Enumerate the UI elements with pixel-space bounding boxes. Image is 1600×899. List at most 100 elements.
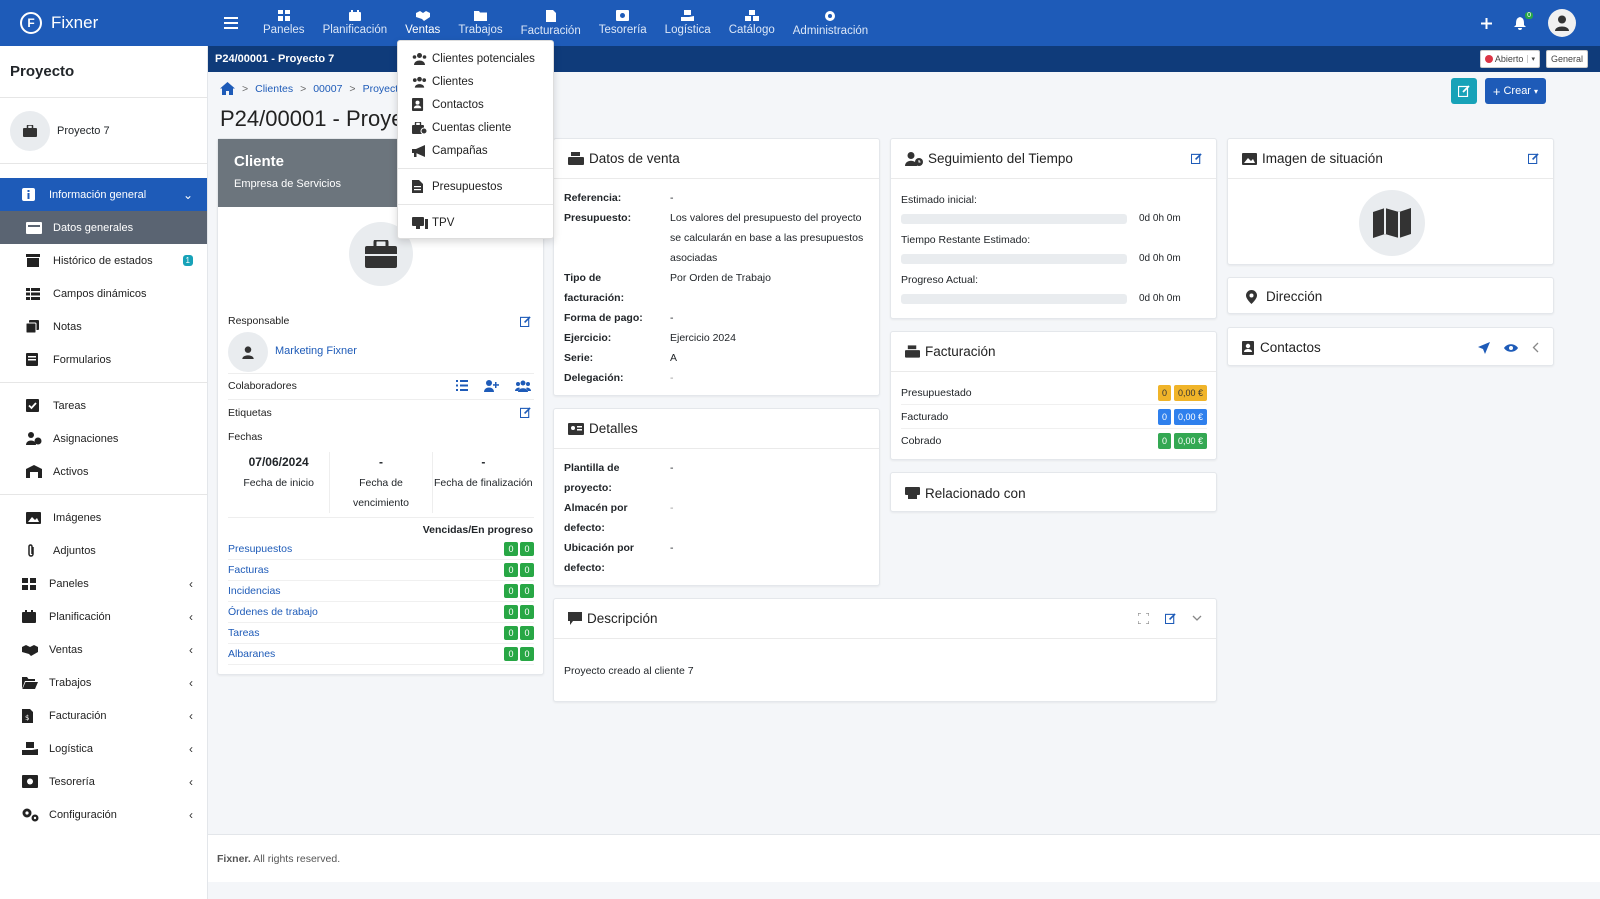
edit-responsable-icon[interactable] bbox=[520, 316, 531, 327]
project-summary[interactable]: Proyecto 7 bbox=[0, 98, 207, 164]
restante-value: 0d 0h 0m bbox=[1139, 253, 1181, 264]
list-icon[interactable] bbox=[456, 380, 468, 391]
contactos-card[interactable]: Contactos bbox=[1227, 327, 1554, 366]
progreso-progress-bar bbox=[901, 294, 1127, 304]
responsable-link[interactable]: Marketing Fixner bbox=[275, 345, 357, 357]
chevron-left-icon: ‹ bbox=[189, 708, 193, 723]
sidebar-item-facturacion[interactable]: $ Facturación ‹ bbox=[0, 699, 207, 732]
sidebar-item-informacion-general[interactable]: Información general ⌄ bbox=[0, 178, 207, 211]
scope-button[interactable]: General bbox=[1545, 50, 1588, 68]
nav-logistica[interactable]: Logística bbox=[656, 0, 720, 46]
nav-administracion[interactable]: Administración bbox=[784, 0, 877, 46]
expand-icon[interactable] bbox=[1138, 613, 1149, 624]
brand[interactable]: F Fixner bbox=[0, 0, 208, 46]
sidebar-item-campos-dinamicos[interactable]: Campos dinámicos bbox=[0, 277, 207, 310]
facturacion-row-cobrado: Cobrado 0 0,00 € bbox=[901, 429, 1207, 453]
sidebar-item-formularios[interactable]: Formularios bbox=[0, 343, 207, 376]
menu-item-clientes[interactable]: Clientes bbox=[398, 70, 553, 93]
sidebar-item-configuracion[interactable]: Configuración ‹ bbox=[0, 798, 207, 831]
invoice-dollar-icon: $ bbox=[22, 708, 33, 723]
sidebar-item-logistica[interactable]: Logística ‹ bbox=[0, 732, 207, 765]
user-avatar[interactable] bbox=[1548, 9, 1576, 37]
breadcrumb-cliente-code[interactable]: 00007 bbox=[313, 83, 342, 95]
notes-icon bbox=[26, 320, 39, 333]
users-icon[interactable] bbox=[515, 380, 531, 392]
sidebar-item-trabajos[interactable]: Trabajos ‹ bbox=[0, 666, 207, 699]
nav-catalogo[interactable]: Catálogo bbox=[720, 0, 784, 46]
footer-text: All rights reserved. bbox=[253, 853, 341, 865]
edit-icon[interactable] bbox=[1528, 153, 1539, 164]
hand-box-icon bbox=[681, 10, 695, 21]
sidebar-item-ventas[interactable]: Ventas ‹ bbox=[0, 633, 207, 666]
gears-icon bbox=[22, 808, 39, 821]
crear-button[interactable]: + Crear ▾ bbox=[1484, 78, 1546, 104]
menu-item-cuentas-cliente[interactable]: Cuentas cliente bbox=[398, 116, 553, 139]
list-item[interactable]: Tareas 0 0 bbox=[228, 623, 534, 644]
vencidas-label: Vencidas/En progreso bbox=[422, 524, 533, 536]
sidebar-item-activos[interactable]: Activos bbox=[0, 455, 207, 488]
seguimiento-tiempo-card: Seguimiento del Tiempo Estimado inicial:… bbox=[890, 138, 1217, 319]
chevron-down-icon[interactable] bbox=[1192, 615, 1202, 622]
menu-item-tpv[interactable]: TPV bbox=[398, 211, 553, 234]
address-book-icon bbox=[412, 98, 424, 111]
list-item[interactable]: Órdenes de trabajo 0 0 bbox=[228, 602, 534, 623]
add-button[interactable] bbox=[1481, 17, 1492, 29]
edit-icon[interactable] bbox=[1191, 153, 1202, 164]
direccion-card[interactable]: Dirección bbox=[1227, 277, 1554, 314]
cash-register-icon bbox=[568, 152, 584, 165]
list-item[interactable]: Facturas 0 0 bbox=[228, 560, 534, 581]
sidebar-item-tesoreria[interactable]: Tesorería ‹ bbox=[0, 765, 207, 798]
money-icon bbox=[22, 775, 38, 788]
menu-item-contactos[interactable]: Contactos bbox=[398, 93, 553, 116]
tipo-facturacion-value: Por Orden de Trabajo bbox=[670, 272, 771, 284]
menu-item-clientes-potenciales[interactable]: Clientes potenciales bbox=[398, 47, 553, 70]
list-item[interactable]: Albaranes 0 0 bbox=[228, 644, 534, 665]
calendar-icon bbox=[348, 10, 361, 21]
sidebar-item-asignaciones[interactable]: Asignaciones bbox=[0, 422, 207, 455]
chevron-left-icon[interactable] bbox=[1532, 342, 1539, 353]
eye-icon[interactable] bbox=[1504, 343, 1518, 353]
users-icon bbox=[412, 76, 427, 88]
id-card-icon bbox=[26, 221, 42, 234]
nav-paneles[interactable]: Paneles bbox=[254, 0, 314, 46]
relacionado-card[interactable]: Relacionado con bbox=[890, 472, 1217, 512]
edit-button[interactable] bbox=[1450, 78, 1477, 104]
sidebar-item-planificacion[interactable]: Planificación ‹ bbox=[0, 600, 207, 633]
list-item[interactable]: Incidencias 0 0 bbox=[228, 581, 534, 602]
edit-etiquetas-icon[interactable] bbox=[520, 407, 531, 418]
list-item[interactable]: Presupuestos 0 0 bbox=[228, 539, 534, 560]
status-dropdown[interactable]: Abierto ▾ bbox=[1479, 50, 1540, 68]
info-icon bbox=[22, 188, 35, 201]
breadcrumb-clientes[interactable]: Clientes bbox=[255, 83, 293, 95]
nav-planificacion[interactable]: Planificación bbox=[314, 0, 397, 46]
sidebar-item-datos-generales[interactable]: Datos generales bbox=[0, 211, 207, 244]
menu-item-presupuestos[interactable]: Presupuestos bbox=[398, 175, 553, 198]
sidebar-item-imagenes[interactable]: Imágenes bbox=[0, 501, 207, 534]
menu-item-campanas[interactable]: Campañas bbox=[398, 139, 553, 162]
user-icon bbox=[242, 345, 254, 359]
sidebar-item-adjuntos[interactable]: Adjuntos bbox=[0, 534, 207, 567]
home-icon[interactable] bbox=[220, 82, 235, 95]
sidebar-item-paneles[interactable]: Paneles ‹ bbox=[0, 567, 207, 600]
plantilla-value: - bbox=[670, 462, 674, 474]
datos-venta-header: Datos de venta bbox=[554, 139, 879, 179]
sidebar-item-notas[interactable]: Notas bbox=[0, 310, 207, 343]
serie-value: A bbox=[670, 352, 678, 364]
handshake-icon bbox=[22, 644, 38, 656]
delegacion-value: - bbox=[670, 372, 674, 384]
brand-name: Fixner bbox=[51, 13, 99, 32]
notifications-button[interactable]: 0 bbox=[1514, 11, 1533, 30]
briefcase-icon bbox=[10, 110, 50, 151]
detalles-card: Detalles Plantilla de proyecto: - Almacé… bbox=[553, 408, 880, 586]
edit-icon[interactable] bbox=[1165, 613, 1176, 624]
send-icon[interactable] bbox=[1478, 341, 1490, 354]
etiquetas-label: Etiquetas bbox=[228, 407, 272, 419]
paperclip-icon bbox=[28, 543, 34, 557]
chevron-left-icon: ‹ bbox=[189, 807, 193, 822]
sidebar-item-tareas[interactable]: Tareas bbox=[0, 389, 207, 422]
menu-toggle-button[interactable] bbox=[208, 17, 254, 29]
nav-tesoreria[interactable]: Tesorería bbox=[590, 0, 656, 46]
sidebar-item-historico[interactable]: Histórico de estados 1 bbox=[0, 244, 207, 277]
chevron-left-icon: ‹ bbox=[189, 675, 193, 690]
user-plus-icon[interactable] bbox=[484, 380, 499, 392]
